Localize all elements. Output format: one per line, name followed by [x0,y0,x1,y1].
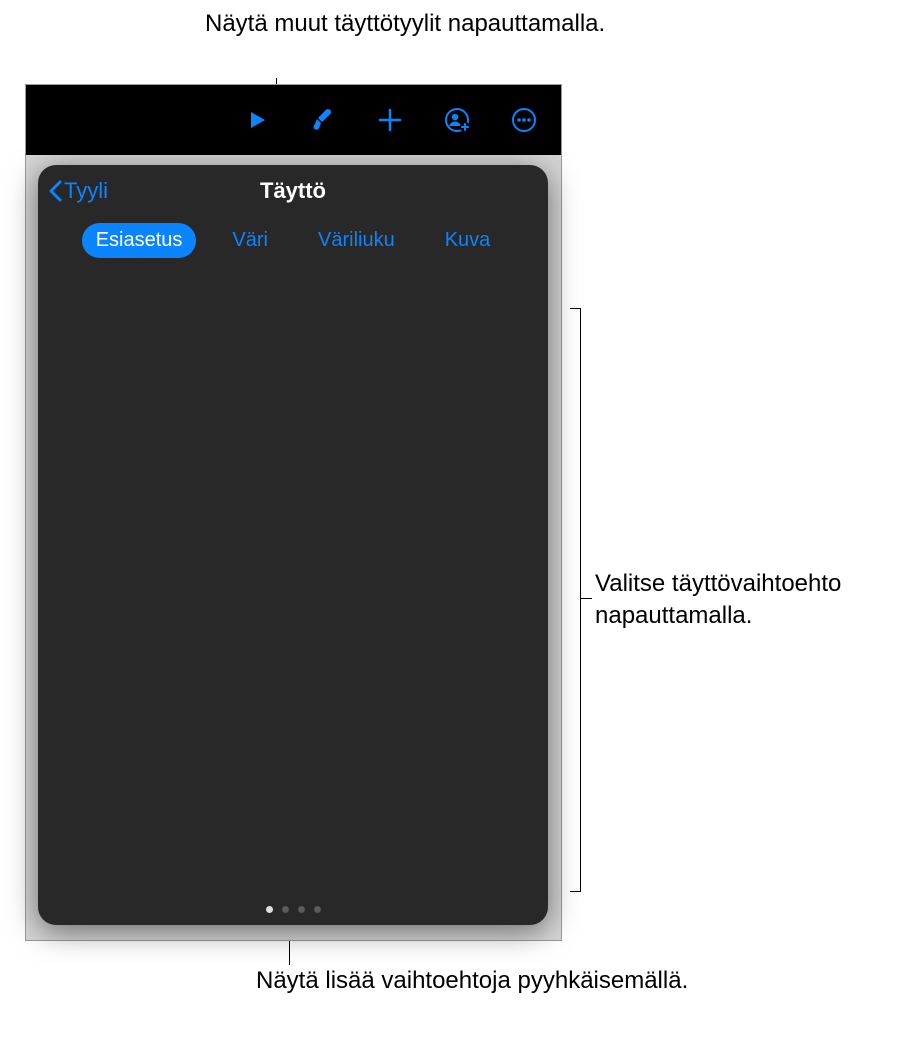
swatch-grid [38,270,548,288]
tab-kuva[interactable]: Kuva [431,223,505,258]
tab-väri[interactable]: Väri [218,223,282,258]
bracket-right [570,308,581,892]
format-brush-icon[interactable] [309,106,337,134]
tab-väriliuku[interactable]: Väriliuku [304,223,409,258]
play-icon[interactable] [245,108,269,132]
popover-title: Täyttö [38,178,548,204]
tab-esiasetus[interactable]: Esiasetus [82,223,197,258]
fill-popover: Tyyli Täyttö Esiasetus Väri Väriliuku Kuva [38,165,548,925]
page-dot[interactable] [282,906,289,913]
tab-row: Esiasetus Väri Väriliuku Kuva [38,217,548,270]
page-dot[interactable] [266,906,273,913]
collaborate-icon[interactable] [443,106,471,134]
callout-line-right [580,598,592,599]
back-label: Tyyli [64,178,108,204]
popover-header: Tyyli Täyttö [38,165,548,217]
back-button[interactable]: Tyyli [38,178,108,204]
callout-top: Näytä muut täyttötyylit napauttamalla. [205,8,605,40]
more-icon[interactable] [511,107,537,133]
add-icon[interactable] [377,107,403,133]
page-dot[interactable] [314,906,321,913]
callout-right: Valitse täyttövaihtoehto napauttamalla. [595,568,915,633]
callout-bottom: Näytä lisää vaihtoehtoja pyyhkäisemällä. [256,965,688,997]
toolbar [26,85,561,155]
page-dot[interactable] [298,906,305,913]
page-indicator[interactable] [38,906,548,913]
